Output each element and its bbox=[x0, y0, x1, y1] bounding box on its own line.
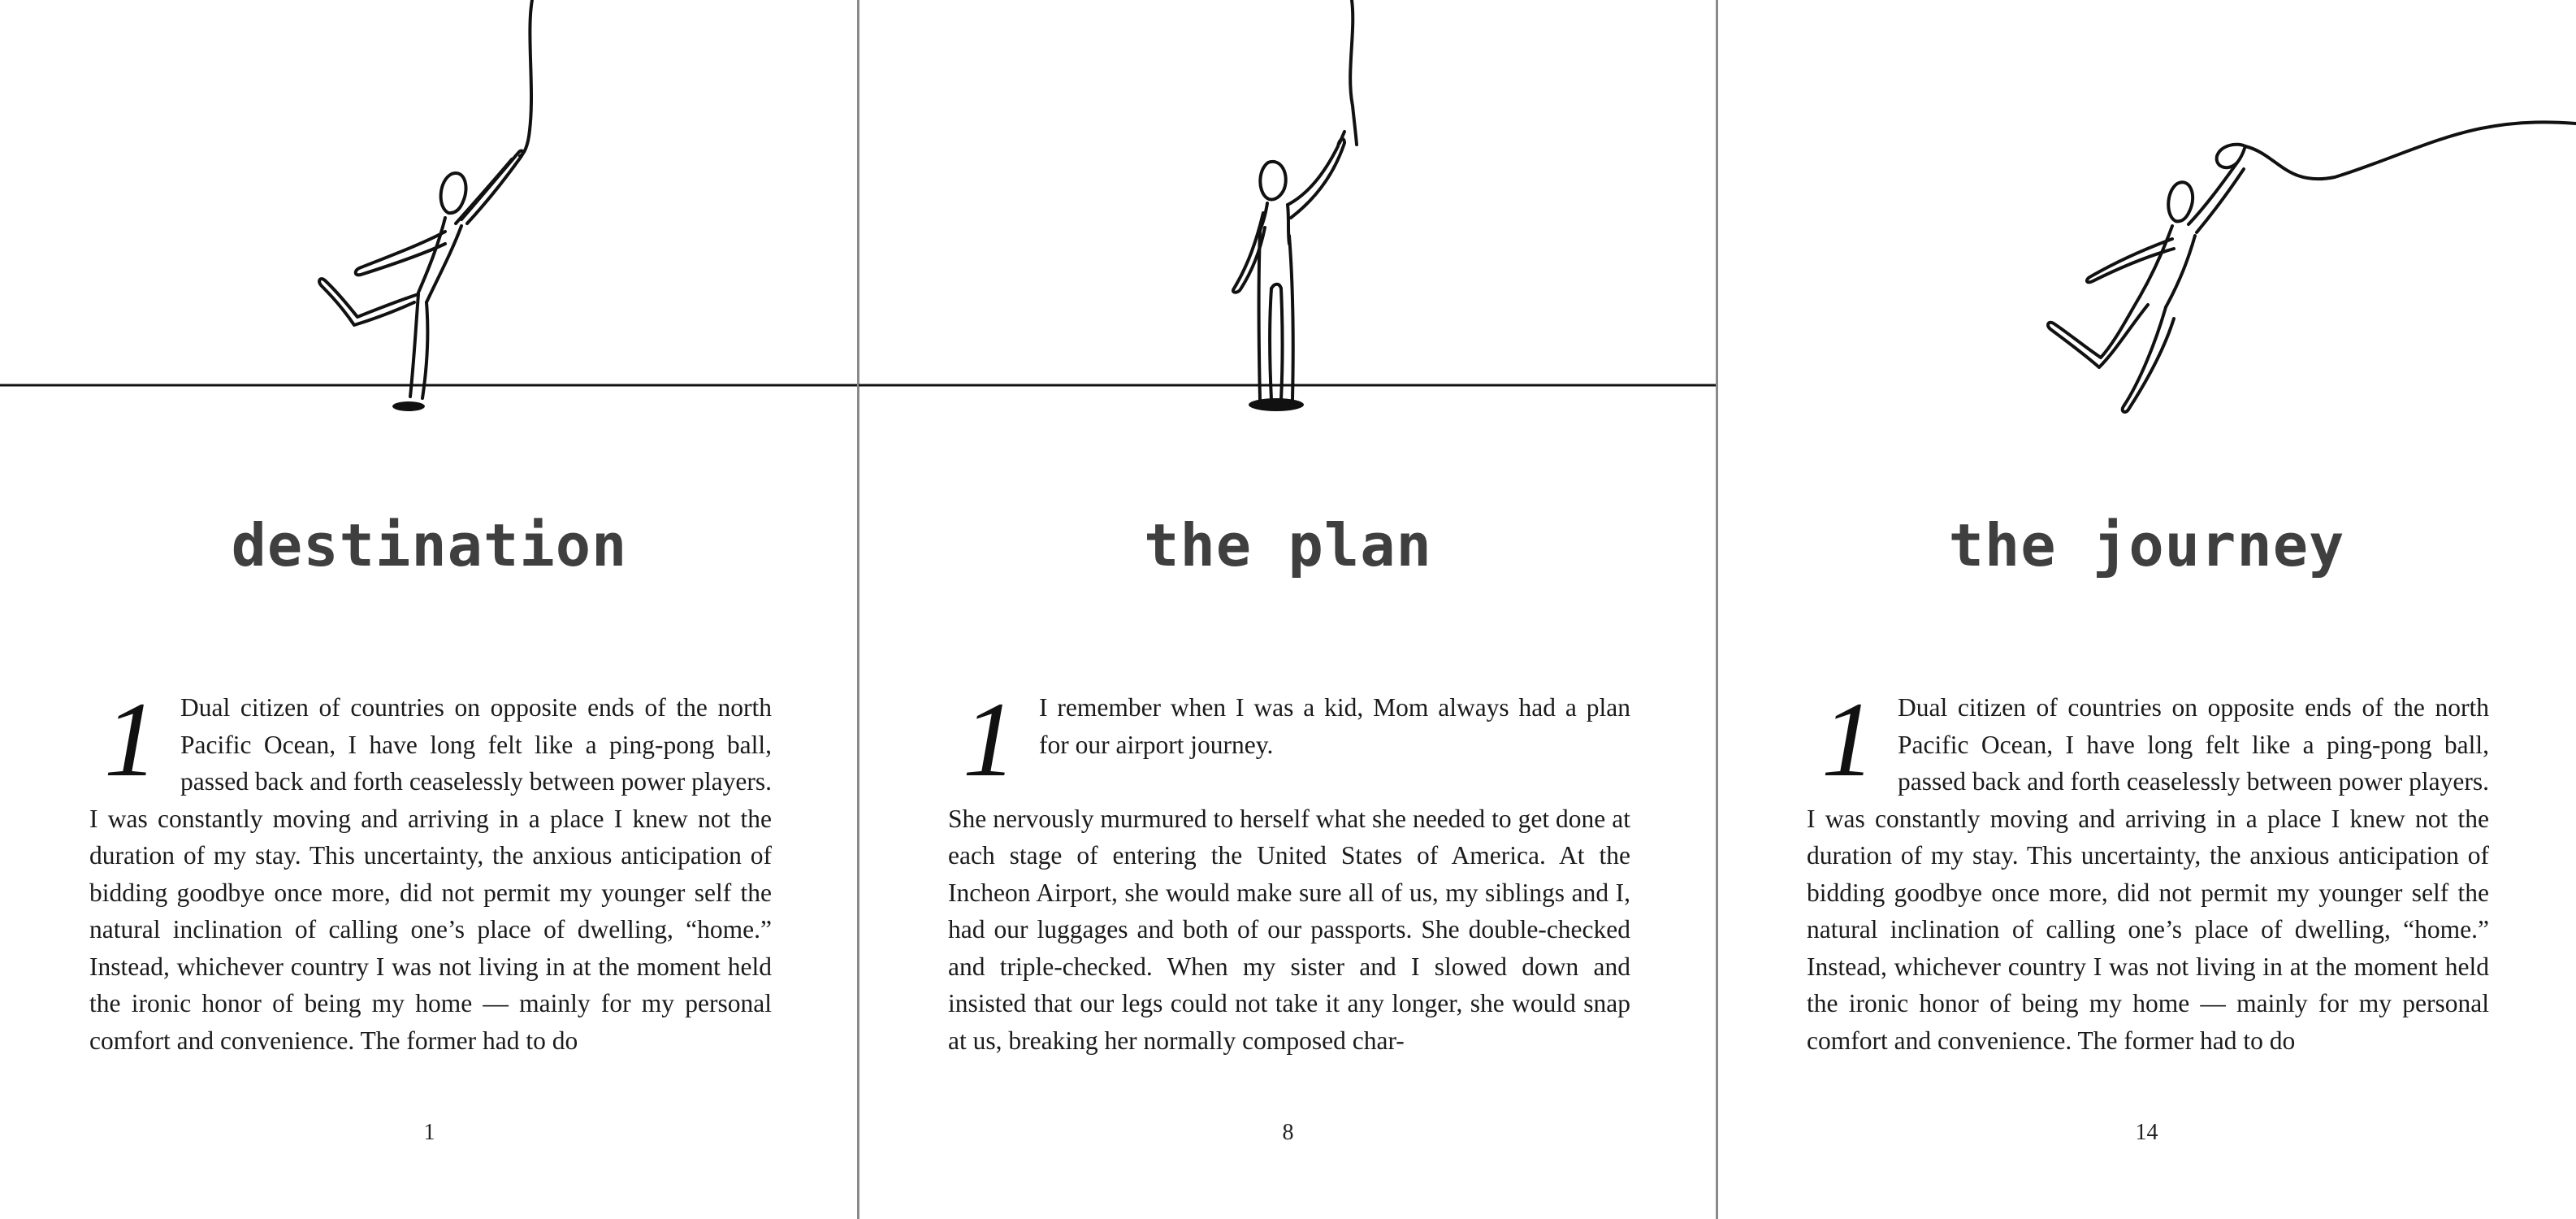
chapter-body: 1I remember when I was a kid, Mom always… bbox=[948, 686, 1630, 1096]
chapter-number: 1 bbox=[963, 679, 1016, 799]
lead-paragraph: 1 Dual citizen of countries on opposite e… bbox=[1807, 679, 2489, 1059]
lead-paragraph: 1 Dual citizen of countries on opposite e… bbox=[89, 679, 772, 1059]
chapter-title: the plan bbox=[1144, 511, 1432, 579]
paragraph: She nervously murmured to herself what s… bbox=[948, 804, 1630, 1055]
chapter-number: 1 bbox=[104, 679, 158, 799]
chapter-body: 1 Dual citizen of countries on opposite e… bbox=[1807, 679, 2489, 1096]
page-number: 1 bbox=[423, 1120, 435, 1145]
chapter-title: destination bbox=[231, 511, 628, 579]
page-the-plan: the plan 1I remember when I was a kid, M… bbox=[859, 0, 1717, 1219]
figure-reaching-icon bbox=[859, 0, 1717, 431]
page-number: 14 bbox=[2135, 1120, 2158, 1145]
chapter-number: 1 bbox=[1821, 679, 1875, 799]
lead-paragraph: 1I remember when I was a kid, Mom always… bbox=[948, 686, 1630, 793]
figure-floating-icon bbox=[1717, 0, 2576, 431]
book-spread: destination 1 Dual citizen of countries o… bbox=[0, 0, 2576, 1219]
page-destination: destination 1 Dual citizen of countries o… bbox=[0, 0, 859, 1219]
paragraph-text: Dual citizen of countries on opposite en… bbox=[1807, 693, 2489, 1055]
chapter-title: the journey bbox=[1948, 511, 2345, 579]
page-number: 8 bbox=[1282, 1120, 1294, 1145]
page-the-journey: the journey 1 Dual citizen of countries o… bbox=[1717, 0, 2576, 1219]
paragraph-text: Dual citizen of countries on opposite en… bbox=[89, 693, 772, 1055]
figure-kicking-icon bbox=[0, 0, 859, 431]
paragraph-text: I remember when I was a kid, Mom always … bbox=[1039, 693, 1630, 759]
chapter-body: 1 Dual citizen of countries on opposite e… bbox=[89, 679, 772, 1096]
